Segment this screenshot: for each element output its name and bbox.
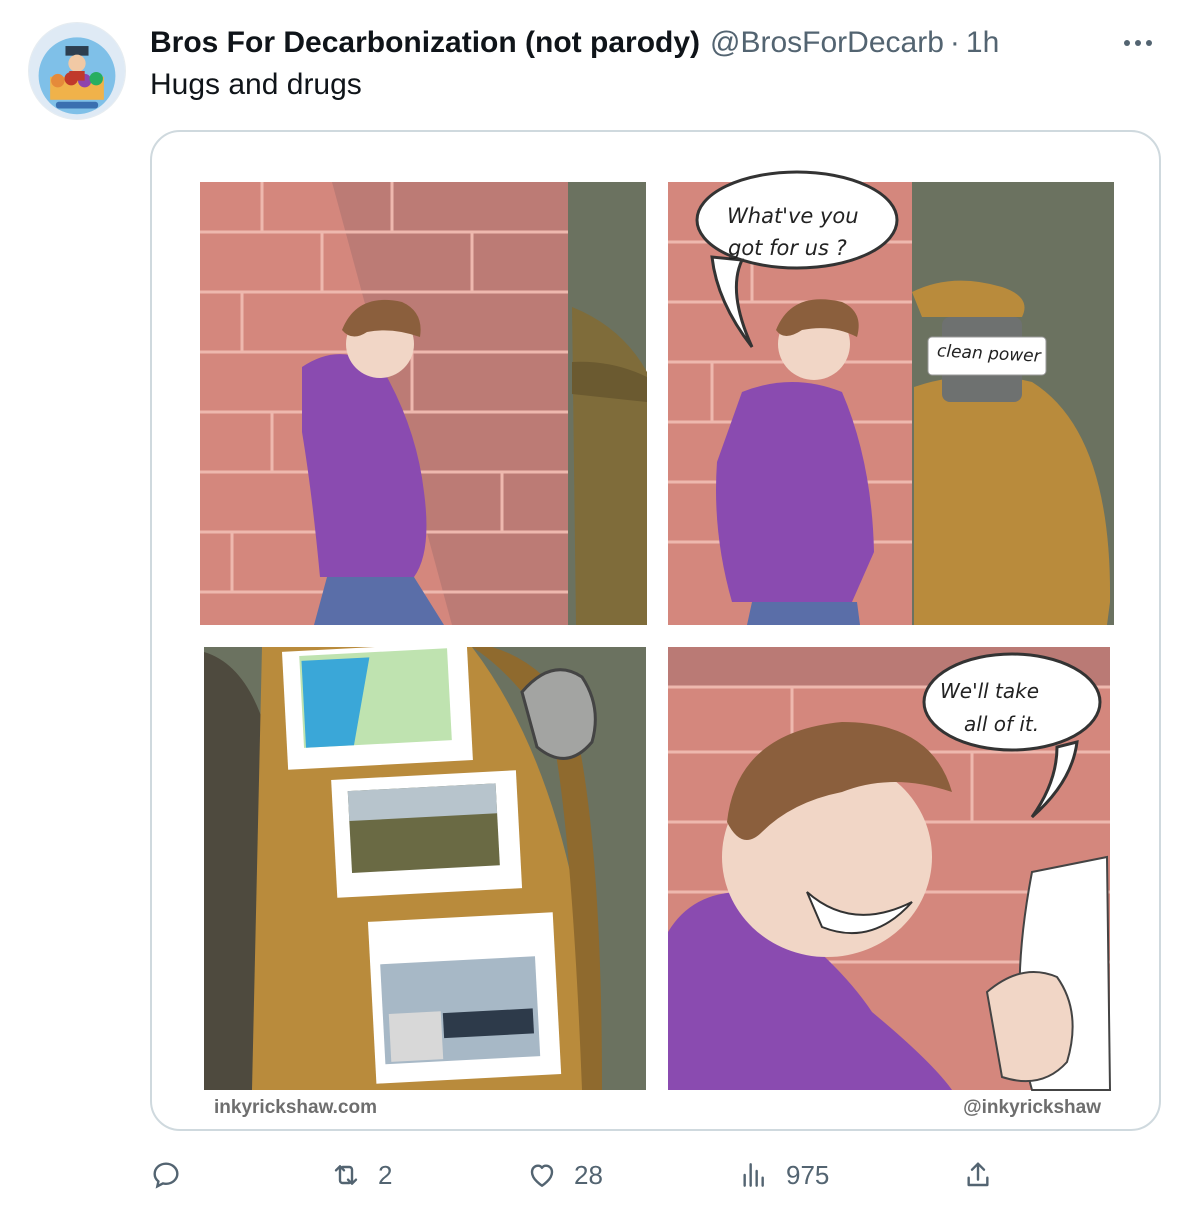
more-options-button[interactable]: [1118, 26, 1158, 60]
tweet-actions: 2 28 975: [150, 1150, 1010, 1200]
tweet-text: Hugs and drugs: [150, 68, 362, 101]
comic-credit-website: inkyrickshaw.com: [214, 1097, 377, 1118]
comic-image: [200, 170, 1114, 1091]
retweet-count: 2: [378, 1159, 393, 1190]
comic-credit-handle: @inkyrickshaw: [963, 1097, 1101, 1118]
like-count: 28: [574, 1159, 603, 1190]
views-button[interactable]: 975: [738, 1150, 829, 1200]
tweet-media[interactable]: What've you got for us ? clean power We'…: [150, 130, 1161, 1131]
share-button[interactable]: [962, 1150, 1010, 1200]
comic-panel-3: [204, 642, 646, 1090]
comic-panel-1: [200, 182, 647, 625]
speech-bubble-text: What've you: [727, 204, 859, 228]
speech-bubble-text: We'll take: [940, 679, 1040, 703]
more-dot-icon: [1135, 40, 1141, 46]
like-button[interactable]: 28: [526, 1150, 603, 1200]
display-name[interactable]: Bros For Decarbonization (not parody): [150, 26, 700, 60]
speech-bubble-text: all of it.: [964, 712, 1040, 736]
speech-bubble-text: got for us ?: [728, 236, 847, 260]
timestamp[interactable]: 1h: [966, 26, 999, 60]
views-count: 975: [786, 1159, 830, 1190]
reply-icon: [153, 1162, 179, 1189]
retweet-icon: [334, 1165, 358, 1185]
share-icon: [967, 1162, 989, 1187]
avatar-cartoon-group-icon: [29, 23, 125, 119]
comic-panel-4: [668, 647, 1112, 1091]
more-dot-icon: [1124, 40, 1130, 46]
separator-dot: ·: [949, 26, 960, 59]
views-icon: [743, 1163, 764, 1187]
user-handle[interactable]: @BrosForDecarb: [710, 26, 944, 60]
heart-icon: [530, 1164, 554, 1187]
retweet-button[interactable]: 2: [330, 1150, 392, 1200]
reply-button[interactable]: [150, 1150, 198, 1200]
tweet-header: Bros For Decarbonization (not parody) @B…: [150, 24, 999, 62]
more-dot-icon: [1146, 40, 1152, 46]
avatar[interactable]: [28, 22, 126, 120]
